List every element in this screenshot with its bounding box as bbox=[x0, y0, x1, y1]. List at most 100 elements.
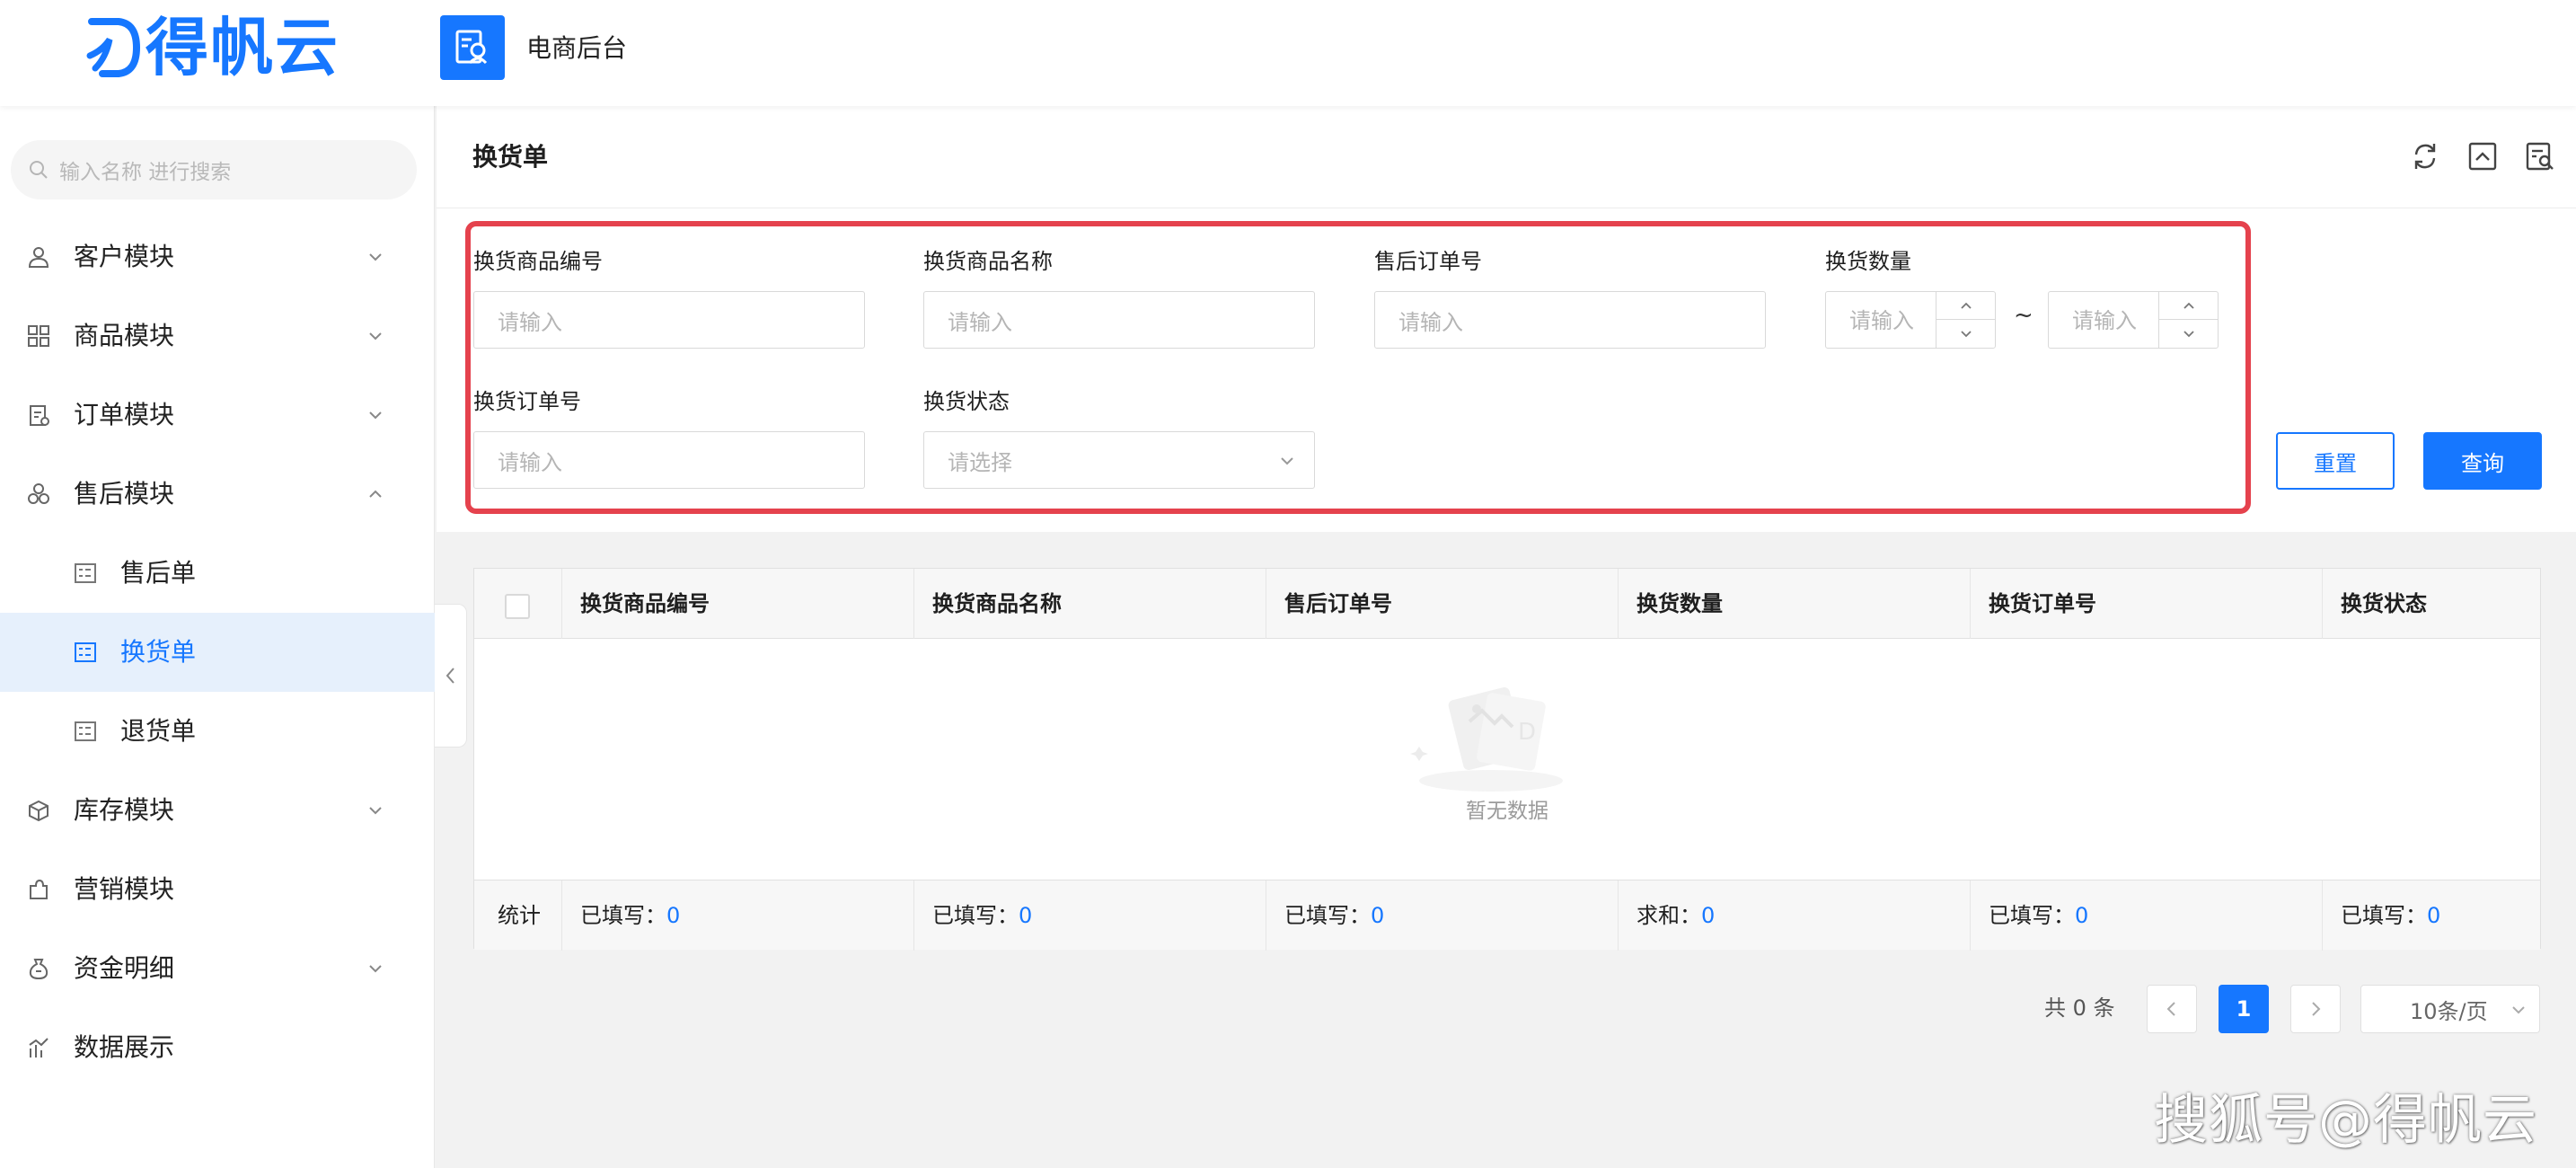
after-sale-order-input[interactable]: 请输入 bbox=[1374, 291, 1766, 349]
column-header[interactable]: 换货商品名称 bbox=[913, 569, 1266, 639]
empty-data-icon: D bbox=[1410, 686, 1563, 792]
column-header[interactable]: 换货商品编号 bbox=[561, 569, 913, 639]
chevron-down-icon bbox=[1281, 457, 1293, 465]
input-placeholder: 请输入 bbox=[948, 309, 1012, 335]
input-placeholder: 请输入 bbox=[2072, 308, 2137, 333]
chevron-down-icon bbox=[369, 332, 382, 341]
sidebar-item-label: 订单模块 bbox=[74, 400, 175, 429]
column-header[interactable]: 换货订单号 bbox=[1970, 569, 2322, 639]
sidebar-item-funds[interactable]: 资金明细 bbox=[0, 929, 435, 1008]
app-icon[interactable] bbox=[440, 15, 505, 80]
sidebar-item-data-display[interactable]: 数据展示 bbox=[0, 1008, 435, 1087]
sidebar-item-label: 换货单 bbox=[120, 637, 197, 667]
page-size-select[interactable]: 10条/页 bbox=[2360, 985, 2540, 1033]
sidebar-item-label: 商品模块 bbox=[74, 321, 175, 350]
filter-label-status: 换货状态 bbox=[923, 389, 1010, 414]
stepper-up-button[interactable] bbox=[1936, 292, 1995, 320]
product-code-input[interactable]: 请输入 bbox=[473, 291, 865, 349]
sidebar-search-input[interactable]: 输入名称 进行搜索 bbox=[11, 140, 417, 199]
sidebar-item-return-order[interactable]: 退货单 bbox=[0, 692, 435, 771]
sidebar-item-label: 客户模块 bbox=[74, 242, 175, 271]
quantity-min-stepper[interactable]: 请输入 bbox=[1825, 291, 1996, 349]
sidebar-item-order[interactable]: 订单模块 bbox=[0, 376, 435, 455]
sidebar-item-label: 售后单 bbox=[120, 558, 197, 588]
money-bag-icon bbox=[29, 959, 49, 980]
summary-label: 统计 bbox=[498, 903, 541, 928]
form-icon bbox=[75, 563, 96, 583]
box-icon bbox=[29, 800, 49, 822]
chevron-down-icon bbox=[2183, 330, 2194, 337]
search-icon bbox=[30, 161, 48, 179]
stepper-down-button[interactable] bbox=[2158, 320, 2218, 348]
chevron-down-icon bbox=[369, 807, 382, 815]
input-placeholder: 请输入 bbox=[1849, 308, 1914, 333]
top-bar: 得帆云 电商后台 bbox=[0, 0, 2576, 106]
input-placeholder: 请输入 bbox=[498, 309, 562, 335]
search-settings-icon[interactable] bbox=[2524, 140, 2556, 173]
brand-logo[interactable]: 得帆云 bbox=[83, 11, 340, 84]
sidebar-item-after-sale-order[interactable]: 售后单 bbox=[0, 534, 435, 613]
chevron-down-icon bbox=[369, 411, 382, 420]
sidebar-item-label: 退货单 bbox=[120, 716, 197, 746]
brand-name: 得帆云 bbox=[146, 11, 340, 84]
quantity-max-stepper[interactable]: 请输入 bbox=[2048, 291, 2219, 349]
exchange-order-table: 换货商品编号 换货商品名称 售后订单号 换货数量 换货订单号 换货状态 D 暂无… bbox=[473, 568, 2542, 951]
chevron-up-icon bbox=[1960, 302, 1972, 309]
select-all-checkbox[interactable] bbox=[505, 594, 530, 619]
query-button[interactable]: 查询 bbox=[2423, 432, 2542, 490]
column-header[interactable]: 售后订单号 bbox=[1266, 569, 1618, 639]
chart-icon bbox=[29, 1038, 49, 1057]
chevron-down-icon bbox=[2512, 1006, 2525, 1014]
form-icon bbox=[75, 721, 96, 741]
next-page-button[interactable] bbox=[2290, 985, 2341, 1033]
stepper-down-button[interactable] bbox=[1936, 320, 1995, 348]
chevron-down-icon bbox=[1960, 330, 1972, 337]
svg-text:D: D bbox=[1518, 719, 1536, 746]
page-number-current[interactable]: 1 bbox=[2219, 985, 2269, 1033]
chevron-left-icon bbox=[2166, 1002, 2175, 1016]
stepper-up-button[interactable] bbox=[2158, 292, 2218, 320]
empty-state: D 暂无数据 bbox=[474, 639, 2540, 876]
filter-label-product-code: 换货商品编号 bbox=[473, 249, 603, 274]
cubes-icon bbox=[28, 483, 49, 504]
refresh-icon[interactable] bbox=[2409, 140, 2441, 173]
sidebar-item-inventory[interactable]: 库存模块 bbox=[0, 771, 435, 850]
page-title: 换货单 bbox=[472, 142, 549, 172]
prev-page-button[interactable] bbox=[2147, 985, 2197, 1033]
summary-cell: 已填写：0 bbox=[1266, 880, 1618, 951]
summary-cell: 已填写：0 bbox=[1970, 880, 2322, 951]
sidebar-item-customer[interactable]: 客户模块 bbox=[0, 217, 435, 296]
empty-text: 暂无数据 bbox=[1466, 800, 1548, 823]
input-placeholder: 请输入 bbox=[1398, 309, 1463, 335]
collapse-icon[interactable] bbox=[2466, 140, 2499, 173]
filter-label-after-sale-order: 售后订单号 bbox=[1374, 249, 1482, 274]
column-header[interactable]: 换货数量 bbox=[1618, 569, 1970, 639]
sidebar-item-after-sale[interactable]: 售后模块 bbox=[0, 455, 435, 534]
column-header[interactable]: 换货状态 bbox=[2322, 569, 2542, 639]
sidebar-collapse-toggle[interactable] bbox=[435, 604, 467, 748]
sidebar-item-label: 数据展示 bbox=[74, 1032, 175, 1062]
product-name-input[interactable]: 请输入 bbox=[923, 291, 1315, 349]
summary-cell: 求和：0 bbox=[1618, 880, 1970, 951]
summary-cell: 已填写：0 bbox=[561, 880, 913, 951]
summary-cell: 已填写：0 bbox=[2322, 880, 2542, 951]
page-header: 换货单 bbox=[437, 106, 2576, 208]
sidebar-item-label: 资金明细 bbox=[74, 953, 175, 983]
app-title: 电商后台 bbox=[526, 33, 628, 63]
sidebar-item-exchange-order[interactable]: 换货单 bbox=[0, 613, 435, 692]
chevron-up-icon bbox=[369, 490, 382, 498]
chevron-down-icon bbox=[369, 253, 382, 261]
sidebar-item-product[interactable]: 商品模块 bbox=[0, 296, 435, 376]
status-select[interactable]: 请选择 bbox=[923, 431, 1315, 489]
table-header: 换货商品编号 换货商品名称 售后订单号 换货数量 换货订单号 换货状态 bbox=[474, 569, 2540, 639]
sidebar-item-marketing[interactable]: 营销模块 bbox=[0, 850, 435, 929]
filter-label-product-name: 换货商品名称 bbox=[923, 249, 1053, 274]
exchange-order-input[interactable]: 请输入 bbox=[473, 431, 865, 489]
filter-label-quantity: 换货数量 bbox=[1825, 249, 1911, 274]
sidebar-item-label: 营销模块 bbox=[74, 874, 175, 904]
sidebar-item-label: 库存模块 bbox=[74, 795, 175, 825]
summary-cell: 已填写：0 bbox=[913, 880, 1266, 951]
reset-button[interactable]: 重置 bbox=[2276, 432, 2395, 490]
page-size-value: 10条/页 bbox=[2410, 998, 2488, 1024]
brand-logo-icon bbox=[86, 18, 141, 77]
